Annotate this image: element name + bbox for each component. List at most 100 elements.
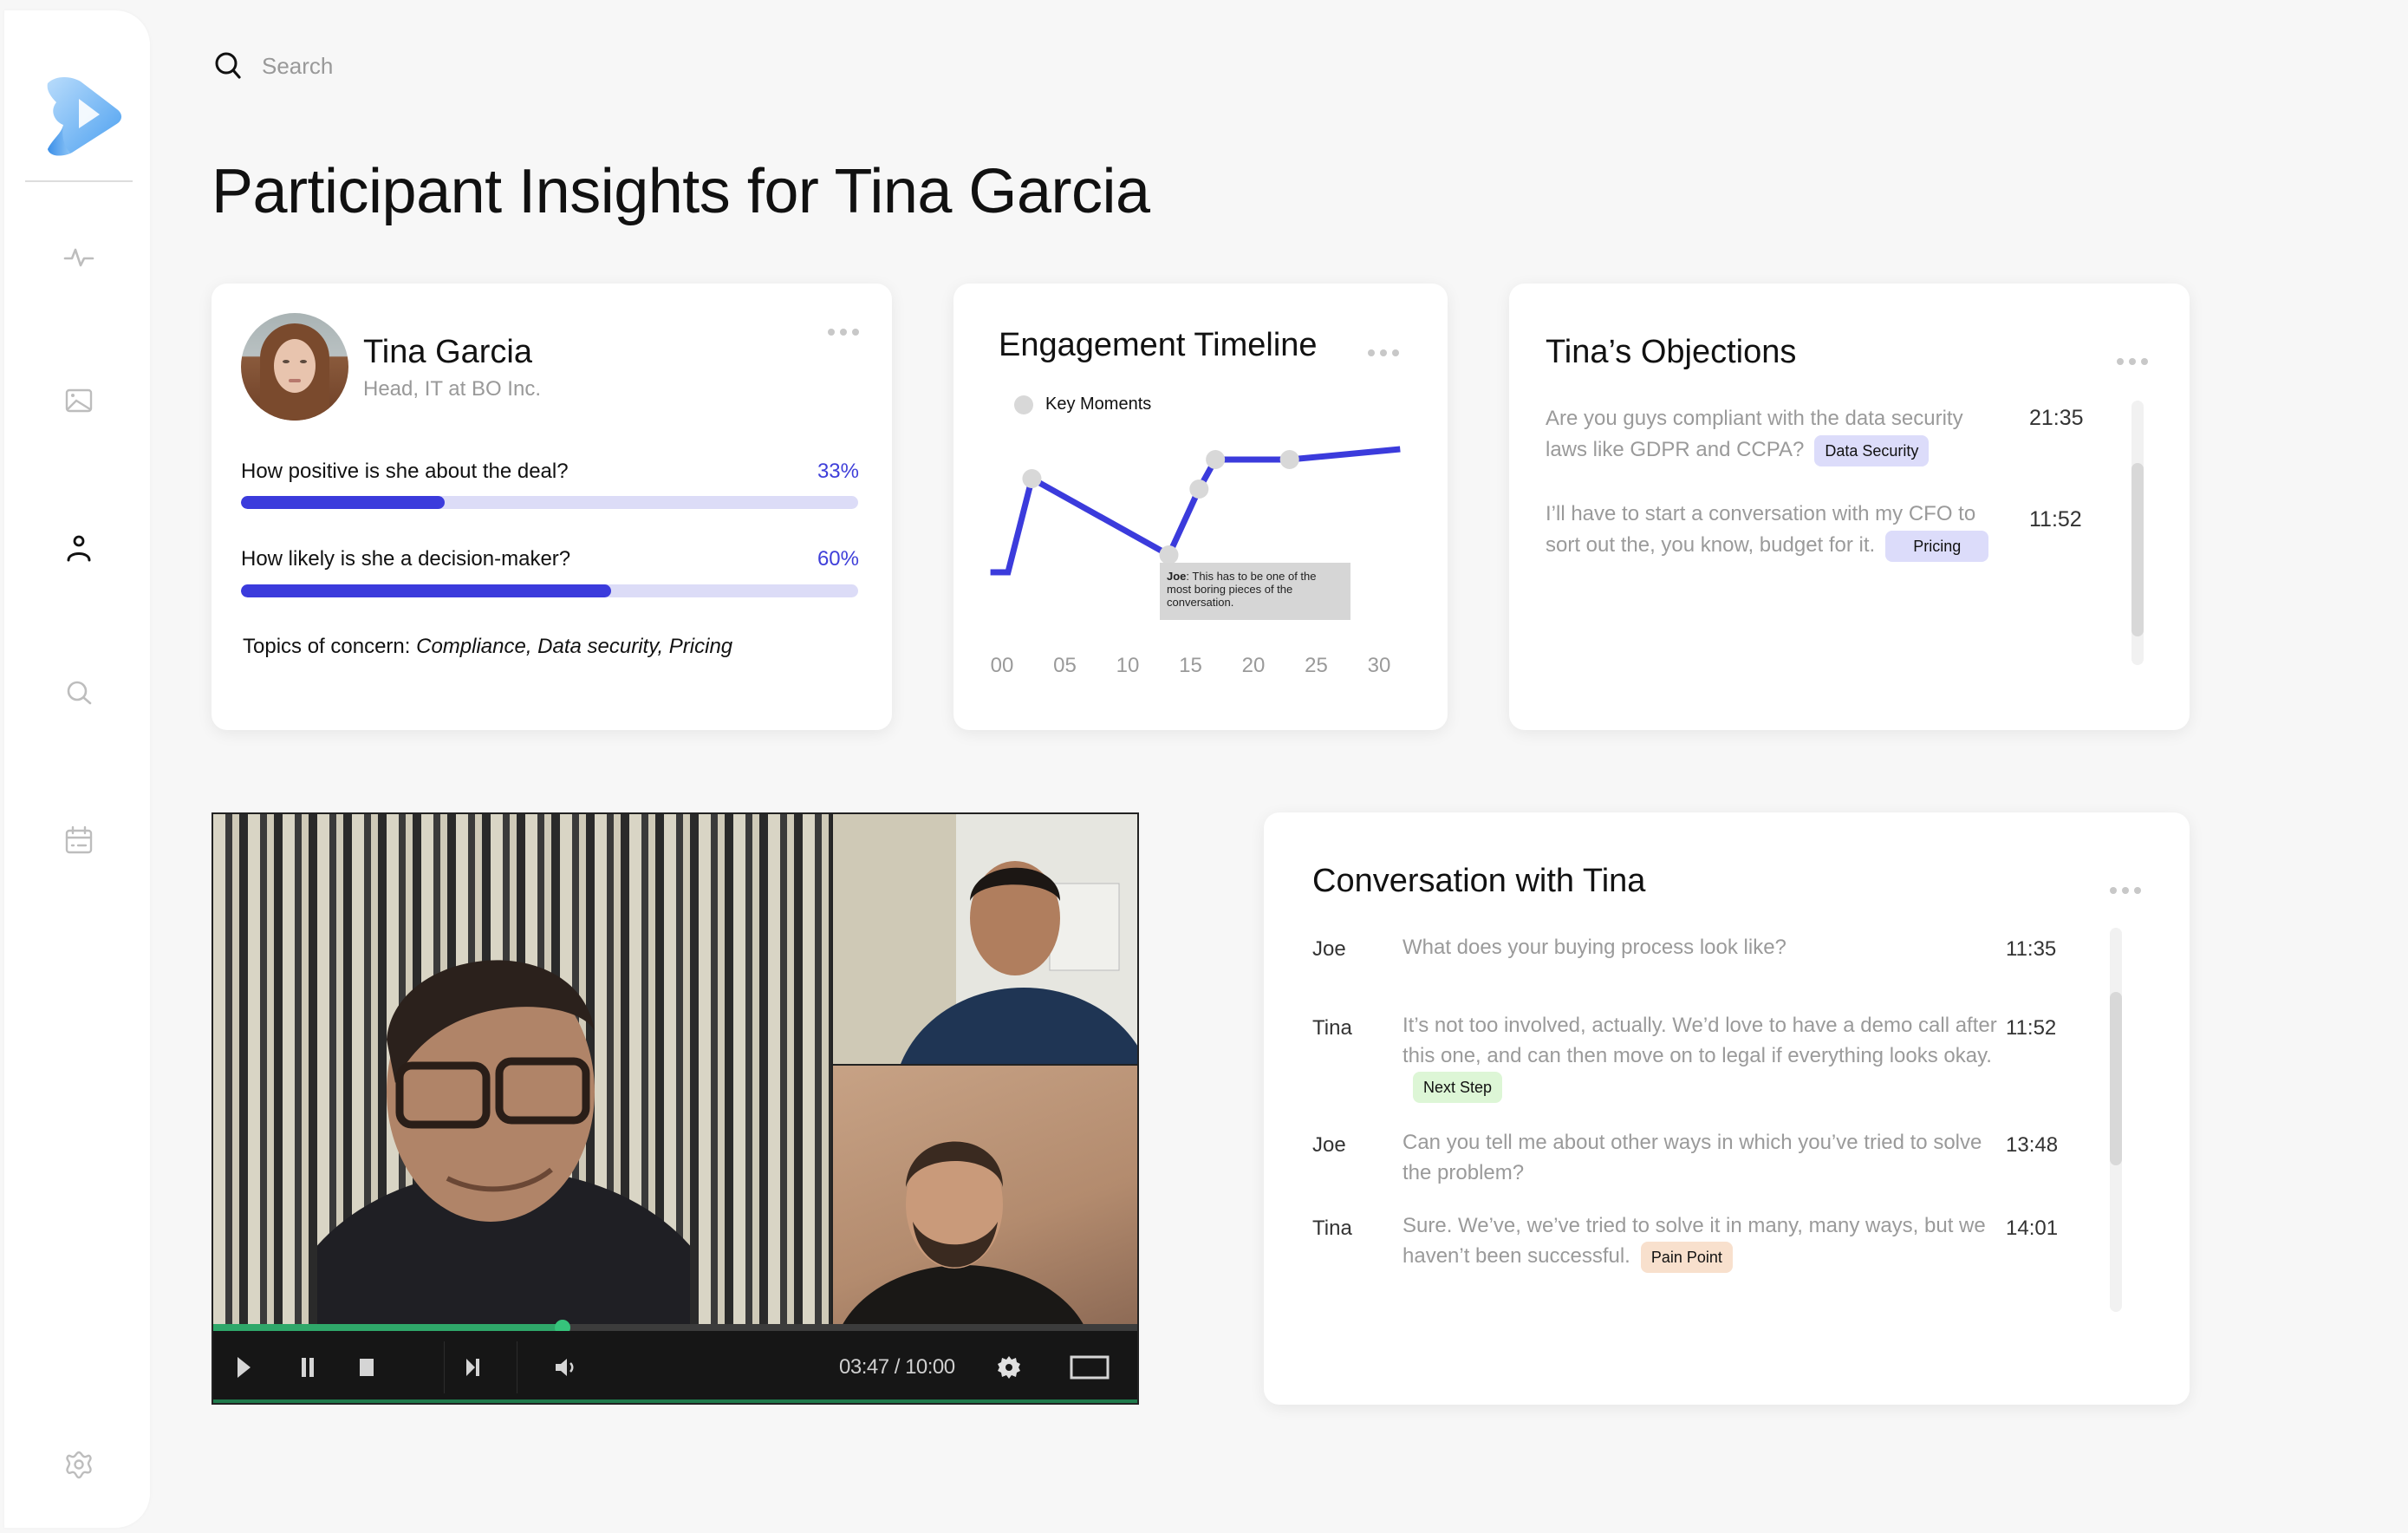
message-timestamp[interactable]: 11:52	[2006, 1016, 2056, 1040]
more-options-button[interactable]	[828, 329, 859, 336]
x-tick-label: 20	[1242, 654, 1266, 677]
message-body: It’s not too involved, actually. We’d lo…	[1402, 1010, 2001, 1103]
message-speaker: Joe	[1312, 1133, 1346, 1157]
sidebar-item-media[interactable]	[60, 382, 98, 420]
dot-icon	[840, 329, 847, 336]
message-timestamp[interactable]: 11:35	[2006, 937, 2056, 962]
play-button[interactable]	[231, 1350, 257, 1385]
metric-value: 60%	[817, 547, 859, 571]
more-options-button[interactable]	[2110, 887, 2141, 894]
message-timestamp[interactable]: 14:01	[2006, 1217, 2058, 1241]
sidebar	[4, 10, 150, 1528]
participant-name: Tina Garcia	[363, 334, 532, 370]
objection-timestamp[interactable]: 21:35	[2029, 406, 2084, 431]
volume-button[interactable]	[551, 1350, 581, 1385]
dot-icon	[2134, 887, 2141, 894]
objection-item[interactable]: I’ll have to start a conversation with m…	[1546, 499, 1996, 562]
metric-question: How positive is she about the deal?	[241, 460, 569, 483]
logo-icon	[47, 77, 122, 156]
activity-icon	[63, 248, 94, 267]
participant-avatar	[241, 313, 348, 421]
message-tag[interactable]: Next Step	[1413, 1071, 1503, 1103]
video-progress-bar[interactable]	[213, 1320, 1137, 1335]
engagement-line	[990, 446, 1401, 576]
scrollbar-track[interactable]	[2110, 928, 2122, 1312]
key-moment-tooltip: Joe: This has to be one of the most bori…	[1160, 563, 1350, 620]
key-moment-marker[interactable]	[1022, 469, 1042, 488]
x-tick-label: 15	[1179, 654, 1202, 677]
tooltip-speaker: Joe	[1167, 570, 1187, 583]
metric-question: How likely is she a decision-maker?	[241, 547, 571, 571]
participant-video-frame	[894, 861, 1137, 1213]
x-tick-label: 05	[1053, 654, 1077, 677]
person-icon	[67, 535, 91, 562]
settings-icon	[998, 1356, 1020, 1379]
app-logo[interactable]	[37, 73, 126, 160]
control-separator	[444, 1341, 445, 1393]
dot-icon	[2117, 358, 2124, 365]
search-input[interactable]	[262, 52, 609, 80]
skip-next-button[interactable]	[459, 1350, 485, 1385]
tooltip-text: : This has to be one of the most boring …	[1167, 570, 1317, 609]
topics-list: Compliance, Data security, Pricing	[416, 635, 733, 658]
video-tile-main-speaker	[213, 814, 831, 1326]
objection-tag[interactable]: Pricing	[1885, 530, 1989, 562]
pause-button[interactable]	[295, 1350, 321, 1385]
search-bar[interactable]	[212, 49, 609, 83]
key-moment-marker[interactable]	[1279, 450, 1299, 469]
message-tag[interactable]: Pain Point	[1640, 1241, 1733, 1273]
participant-video-frame	[833, 1140, 1093, 1403]
participant-profile-card: Tina Garcia Head, IT at BO Inc. How posi…	[212, 284, 892, 730]
pause-icon	[302, 1358, 314, 1377]
sidebar-item-search[interactable]	[60, 674, 98, 712]
message-speaker: Joe	[1312, 937, 1346, 961]
message-text: Can you tell me about other ways in whic…	[1402, 1131, 1982, 1184]
engagement-chart: 00 05 10 15 20 25 30	[990, 446, 1401, 677]
objections-card: Tina’s Objections Are you guys compliant…	[1509, 284, 2190, 730]
key-moment-marker[interactable]	[1206, 450, 1226, 469]
search-icon	[67, 681, 92, 705]
key-moment-marker[interactable]	[1159, 545, 1179, 564]
search-icon	[215, 52, 241, 79]
objection-tag[interactable]: Data Security	[1814, 434, 1930, 466]
objection-timestamp[interactable]: 11:52	[2029, 507, 2082, 532]
objection-item[interactable]: Are you guys compliant with the data sec…	[1546, 403, 1996, 466]
fullscreen-icon	[1070, 1355, 1110, 1380]
image-icon	[65, 388, 93, 413]
sidebar-item-activity[interactable]	[60, 238, 98, 276]
message-speaker: Tina	[1312, 1217, 1352, 1240]
key-moment-marker[interactable]	[1189, 479, 1209, 499]
scrollbar-track[interactable]	[2131, 401, 2144, 665]
dot-icon	[2129, 358, 2136, 365]
metric-value: 33%	[817, 460, 859, 483]
calendar-icon	[65, 825, 93, 854]
video-settings-button[interactable]	[993, 1350, 1025, 1385]
engagement-timeline-card: Engagement Timeline Key Moments 00 05 10 15…	[953, 284, 1448, 730]
video-player[interactable]: 03:47 / 10:00	[212, 812, 1139, 1405]
video-time-readout: 03:47 / 10:00	[839, 1355, 955, 1379]
sidebar-item-settings[interactable]	[60, 1446, 98, 1484]
message-speaker: Tina	[1312, 1016, 1352, 1040]
dot-icon	[852, 329, 859, 336]
fullscreen-button[interactable]	[1070, 1350, 1110, 1385]
metric-progress-bar	[241, 584, 858, 597]
more-options-button[interactable]	[2117, 358, 2148, 365]
sidebar-divider	[25, 180, 133, 182]
card-title: Conversation with Tina	[1312, 863, 1646, 899]
dot-icon	[2122, 887, 2129, 894]
stop-button[interactable]	[354, 1350, 380, 1385]
sidebar-item-participants[interactable]	[60, 529, 98, 567]
conversation-card: Conversation with Tina Joe What does you…	[1264, 812, 2190, 1405]
video-controls: 03:47 / 10:00	[213, 1331, 1137, 1403]
message-body: Sure. We’ve, we’ve tried to solve it in …	[1402, 1210, 2001, 1273]
dot-icon	[2110, 887, 2117, 894]
scrollbar-thumb[interactable]	[2131, 463, 2144, 636]
metric-progress-fill	[241, 496, 445, 509]
video-tile-participant	[831, 814, 1137, 1213]
message-text: What does your buying process look like?	[1402, 936, 1786, 959]
scrollbar-thumb[interactable]	[2110, 992, 2122, 1165]
message-text: It’s not too involved, actually. We’d lo…	[1402, 1014, 1997, 1067]
sidebar-item-calendar[interactable]	[60, 821, 98, 859]
message-timestamp[interactable]: 13:48	[2006, 1133, 2058, 1158]
volume-icon	[556, 1359, 574, 1376]
